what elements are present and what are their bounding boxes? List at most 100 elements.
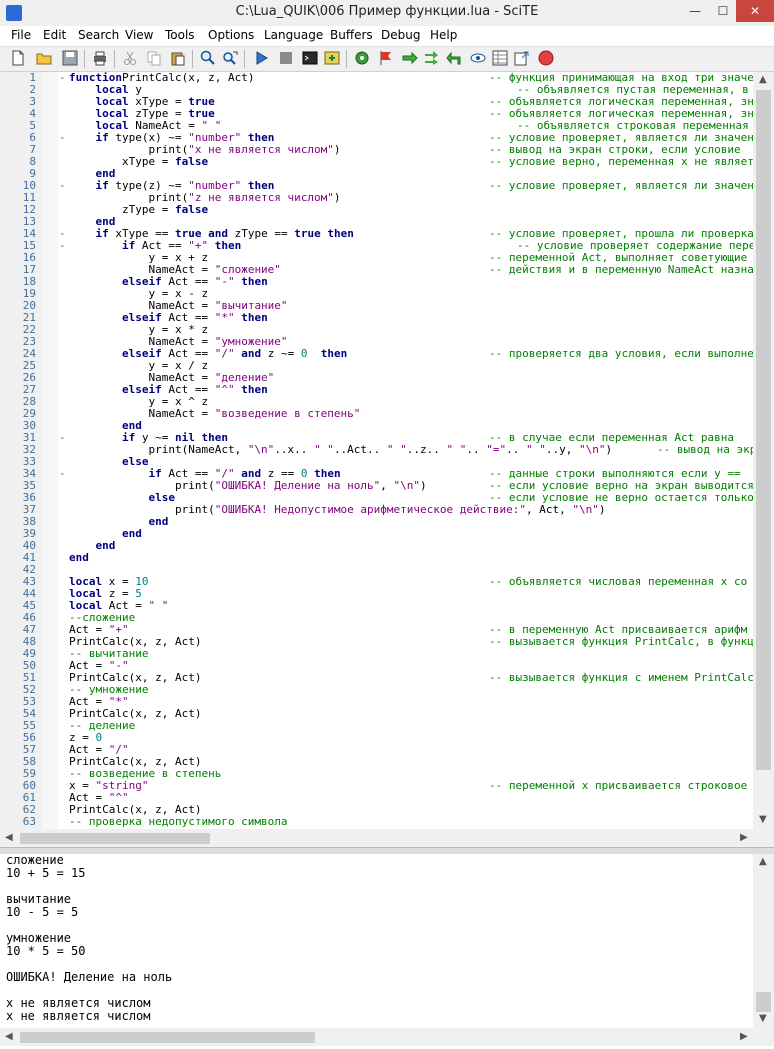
replace-icon[interactable] [222, 50, 238, 66]
code-token: , Act, [525, 503, 573, 516]
code-token: " " [314, 443, 334, 456]
scroll-left-arrow[interactable]: ◀ [5, 832, 13, 843]
run-icon[interactable] [254, 50, 270, 66]
flag-icon[interactable] [378, 50, 394, 66]
scroll-up-arrow[interactable]: ▲ [759, 856, 767, 867]
fold-marker[interactable]: - [59, 432, 66, 444]
code-token: ..z.. [406, 443, 447, 456]
maximize-button[interactable]: ☐ [710, 0, 736, 22]
menu-buffers[interactable]: Buffers [330, 28, 373, 42]
code-token: ) [420, 479, 427, 492]
scroll-thumb[interactable] [20, 833, 210, 844]
open-folder-icon[interactable] [36, 50, 52, 66]
code-token: ..Act.. [333, 443, 387, 456]
code-token: "*" [214, 311, 235, 324]
scroll-right-arrow[interactable]: ▶ [740, 1031, 748, 1042]
cut-icon[interactable] [122, 50, 138, 66]
new-file-icon[interactable] [10, 50, 26, 66]
code-token: then [327, 227, 354, 240]
code-token: and [241, 347, 262, 360]
code-comment: -- условие верно, переменная x не являет… [489, 155, 768, 168]
code-token: "возведение в степень" [214, 407, 361, 420]
code-line[interactable]: 41 end [0, 552, 760, 564]
code-token: "z не является числом" [188, 191, 334, 204]
scroll-thumb[interactable] [756, 992, 771, 1012]
code-token: "\n" [393, 479, 421, 492]
code-comment: -- условие проверяет, является ли значен… [489, 179, 768, 192]
toolbar-separator [244, 50, 245, 68]
output-horizontal-scrollbar[interactable]: ◀ ▶ [0, 1028, 774, 1046]
menu-search[interactable]: Search [78, 28, 119, 42]
table-icon[interactable] [492, 50, 508, 66]
arrow-right-icon[interactable] [402, 50, 418, 66]
code-token: ) [333, 143, 341, 156]
code-token: ..y, [545, 443, 580, 456]
close-button[interactable]: ✕ [736, 0, 774, 22]
menu-debug[interactable]: Debug [381, 28, 420, 42]
eye-icon[interactable] [470, 50, 486, 66]
scroll-thumb[interactable] [756, 90, 771, 770]
output-pane[interactable]: сложение 10 + 5 = 15 вычитание 10 - 5 = 5 ум… [0, 854, 753, 1028]
code-line[interactable]: 40 end [0, 540, 760, 552]
fold-marker[interactable]: - [59, 468, 66, 480]
code-token: " " [526, 443, 546, 456]
code-line[interactable]: 63 -- проверка недопустимого символа [0, 816, 760, 828]
code-line[interactable]: 55 -- деление [0, 720, 760, 732]
output-line: x не является числом [6, 1009, 151, 1023]
output-line: 10 - 5 = 5 [6, 905, 79, 919]
code-token: , [380, 479, 394, 492]
code-token: "-" [214, 275, 235, 288]
menu-language[interactable]: Language [264, 28, 323, 42]
bookmark-gear-icon[interactable] [354, 50, 370, 66]
code-token: "/" [214, 347, 235, 360]
copy-icon[interactable] [146, 50, 162, 66]
scroll-up-arrow[interactable]: ▲ [759, 74, 767, 85]
output-line: 10 * 5 = 50 [6, 944, 86, 958]
save-icon[interactable] [62, 50, 78, 66]
menu-edit[interactable]: Edit [43, 28, 66, 42]
code-token: then [241, 311, 268, 324]
window-title: C:\Lua_QUIK\006 Пример функции.lua - Sci… [235, 4, 539, 19]
fold-marker[interactable]: - [59, 132, 66, 144]
scroll-right-arrow[interactable]: ▶ [740, 832, 748, 843]
menu-view[interactable]: View [125, 28, 153, 42]
code-token: "=" [486, 443, 507, 456]
menu-bar: File Edit Search View Tools Options Language Bu… [0, 26, 774, 47]
compile-icon[interactable] [324, 50, 340, 66]
record-stop-icon[interactable] [538, 50, 554, 66]
editor-horizontal-scrollbar[interactable]: ◀ ▶ [0, 829, 774, 847]
scroll-down-arrow[interactable]: ▼ [759, 814, 767, 825]
code-token: "^" [214, 383, 235, 396]
stop-icon[interactable] [278, 50, 294, 66]
print-icon[interactable] [92, 50, 108, 66]
code-token: "\n" [579, 443, 606, 456]
menu-options[interactable]: Options [208, 28, 254, 42]
output-line: ОШИБКА! Деление на ноль [6, 970, 173, 984]
minimize-button[interactable]: — [680, 0, 710, 22]
arrow-double-icon[interactable] [424, 50, 440, 66]
menu-help[interactable]: Help [430, 28, 457, 42]
fold-marker[interactable]: - [59, 240, 66, 252]
export-icon[interactable] [514, 50, 530, 66]
output-vertical-scrollbar[interactable]: ▲ ▼ [753, 854, 774, 1028]
menu-file[interactable]: File [11, 28, 31, 42]
find-icon[interactable] [200, 50, 216, 66]
paste-icon[interactable] [170, 50, 186, 66]
line-number: 63 [22, 815, 36, 828]
code-comment: -- проверяется два условия, если выполне… [489, 347, 768, 360]
arrow-back-icon[interactable] [446, 50, 462, 66]
code-token: "\n" [572, 503, 599, 516]
editor-vertical-scrollbar[interactable]: ▲ ▼ [753, 72, 774, 829]
scroll-down-arrow[interactable]: ▼ [759, 1013, 767, 1024]
code-text: end [69, 552, 89, 564]
menu-tools[interactable]: Tools [165, 28, 195, 42]
code-token: then [214, 239, 242, 252]
console-icon[interactable] [302, 50, 318, 66]
fold-marker[interactable]: - [59, 180, 66, 192]
code-editor[interactable]: 1- functionPrintCalc(x, z, Act) -- функция… [0, 72, 774, 829]
fold-marker[interactable]: - [59, 72, 66, 84]
scroll-thumb[interactable] [20, 1032, 315, 1043]
code-comment: -- вызывается функция PrintCalc, в функц… [489, 635, 768, 648]
scroll-left-arrow[interactable]: ◀ [5, 1031, 13, 1042]
